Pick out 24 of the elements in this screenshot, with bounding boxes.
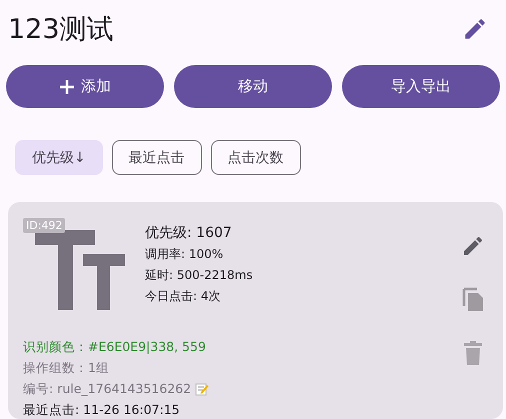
delete-button[interactable]: [462, 340, 484, 366]
detail-text: 操作组数：1组: [23, 359, 110, 377]
action-button[interactable]: 导入导出: [342, 65, 500, 108]
stat-text: 今日点击: 4次: [145, 288, 222, 305]
add-button[interactable]: 添加: [6, 65, 164, 108]
stat-text: 调用率: 100%: [145, 246, 224, 263]
trash-icon: [462, 340, 484, 366]
stat-text: 延时: 500-2218ms: [145, 267, 253, 284]
action-button[interactable]: 移动: [174, 65, 332, 108]
sort-chip[interactable]: 最近点击: [112, 140, 202, 175]
page-title: 123测试: [8, 13, 114, 47]
detail-text: 识别颜色：#E6E0E9|338, 559: [23, 338, 207, 356]
copy-icon: [461, 286, 485, 312]
detail-text: 编号: rule_1764143516262: [23, 380, 192, 398]
edit-button[interactable]: [461, 234, 485, 258]
memo-icon[interactable]: [195, 382, 210, 396]
copy-button[interactable]: [461, 286, 485, 312]
id-badge: ID:492: [23, 218, 66, 233]
sort-chip[interactable]: 优先级↓: [15, 140, 103, 175]
edit-icon: [461, 234, 485, 258]
detail-text: 最近点击: 11-26 16:07:15: [23, 401, 181, 419]
priority-text: 优先级: 1607: [145, 224, 233, 243]
plus-icon: [59, 78, 75, 94]
sort-chip[interactable]: 点击次数: [210, 140, 301, 175]
